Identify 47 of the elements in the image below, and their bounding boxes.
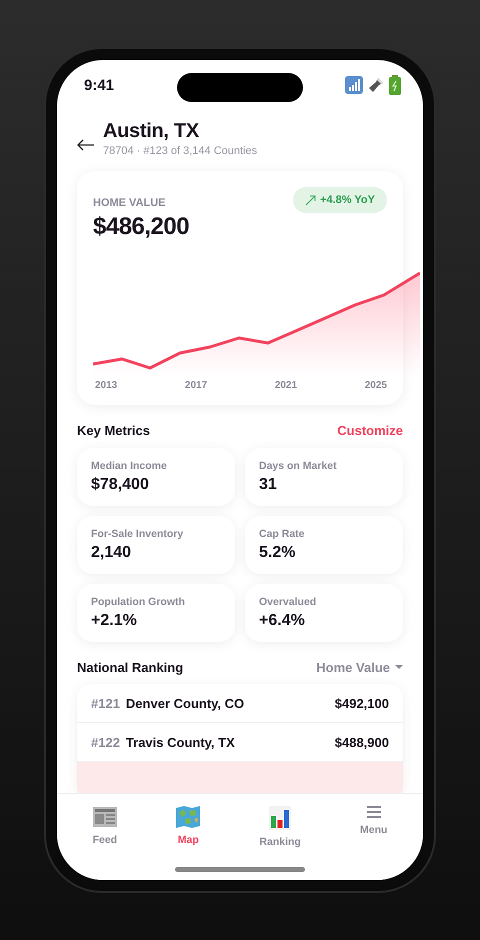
year-label: 2013 xyxy=(95,380,118,391)
menu-tab[interactable]: Menu xyxy=(350,794,398,836)
metric-value: +6.4% xyxy=(259,612,306,630)
menu-icon xyxy=(366,806,381,818)
page-title: Austin, TX xyxy=(103,120,200,143)
metric-value: $78,400 xyxy=(91,476,150,494)
metric-label: Median Income xyxy=(91,460,168,472)
home-value: $486,200 xyxy=(93,213,190,241)
metric-label: Population Growth xyxy=(91,596,186,608)
sort-dropdown[interactable]: Home Value xyxy=(316,660,403,675)
county-name: Denver County, CO xyxy=(126,696,246,710)
year-label: 2017 xyxy=(184,380,208,391)
change-text: +4.8% YoY xyxy=(320,194,375,206)
newspaper-icon xyxy=(92,806,117,828)
year-label: 2021 xyxy=(274,380,298,391)
map-icon xyxy=(176,806,200,828)
page-subtitle: 78704 · #123 of 3,144 Counties xyxy=(103,145,258,157)
map-tab[interactable]: Map xyxy=(166,794,210,846)
rank-number: #122 xyxy=(91,734,120,750)
metric-label: For-Sale Inventory xyxy=(91,528,184,540)
status-time: 9:41 xyxy=(84,76,114,94)
ranking-row[interactable]: #121 Denver County, CO $492,100 xyxy=(77,684,403,723)
county-value: $488,900 xyxy=(334,734,389,750)
metric-label: Days on Market xyxy=(259,460,338,472)
home-value-label: HOME VALUE xyxy=(93,197,167,209)
metric-value: 2,140 xyxy=(91,544,132,562)
flashlight-icon xyxy=(367,76,385,94)
ranking-tab[interactable]: Ranking xyxy=(249,794,311,848)
signal-icon xyxy=(345,76,363,94)
caret-icon xyxy=(395,665,403,670)
bar-chart-icon xyxy=(269,806,292,830)
customize-link[interactable]: Customize xyxy=(337,423,403,438)
metric-value: +2.1% xyxy=(91,612,138,630)
back-button[interactable] xyxy=(77,138,95,150)
battery-icon xyxy=(389,75,401,95)
feed-tab[interactable]: Feed xyxy=(82,794,128,846)
metric-value: 5.2% xyxy=(259,544,296,562)
section-title: Key Metrics xyxy=(77,423,150,438)
year-label: 2025 xyxy=(364,380,387,391)
metric-label: Cap Rate xyxy=(259,528,306,540)
rank-number: #121 xyxy=(91,696,120,710)
metric-label: Overvalued xyxy=(259,596,318,608)
section-title: National Ranking xyxy=(77,660,184,675)
metric-value: 31 xyxy=(259,476,278,494)
county-name: Travis County, TX xyxy=(126,734,236,750)
county-value: $492,100 xyxy=(334,696,389,710)
trend-up-icon xyxy=(305,194,316,206)
